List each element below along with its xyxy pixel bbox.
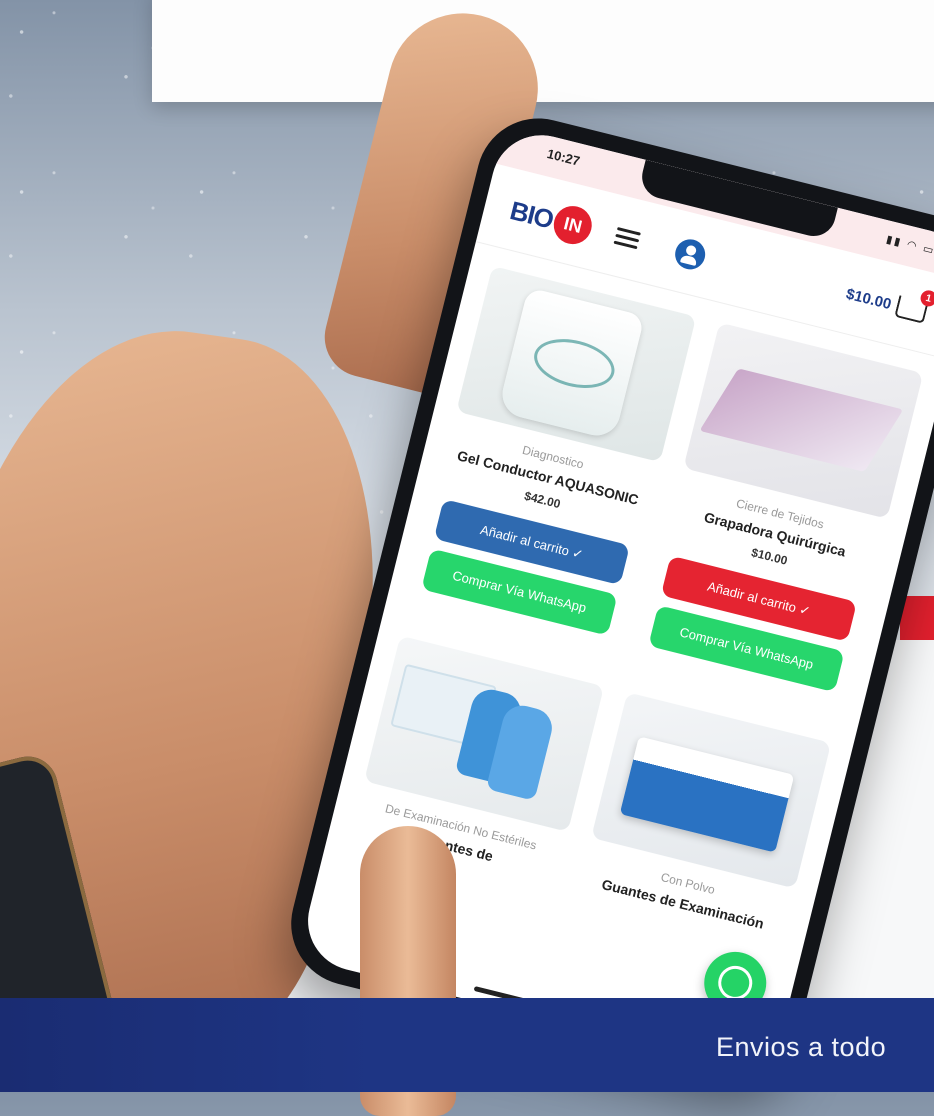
- logo-text: BIO: [507, 194, 557, 235]
- product-image-glove-box[interactable]: [591, 691, 832, 889]
- cart-count-badge: 1: [918, 288, 934, 309]
- product-image-gloves[interactable]: [364, 635, 605, 832]
- product-card: Con Polvo Guantes de Examinación: [577, 691, 832, 944]
- top-card-panel: [152, 0, 934, 102]
- product-image-stapler[interactable]: [683, 322, 924, 519]
- cart-total: $10.00: [844, 285, 894, 313]
- logo-badge: IN: [549, 202, 597, 249]
- site-logo[interactable]: BIO IN: [506, 191, 597, 249]
- user-account-icon[interactable]: [671, 236, 709, 273]
- shopping-cart-icon: 1: [894, 288, 934, 324]
- cart-button[interactable]: $10.00 1: [844, 283, 934, 324]
- shipping-banner-text: Envios a todo: [716, 1032, 887, 1062]
- product-image-gel[interactable]: [456, 265, 697, 463]
- hamburger-menu-icon[interactable]: [613, 226, 641, 250]
